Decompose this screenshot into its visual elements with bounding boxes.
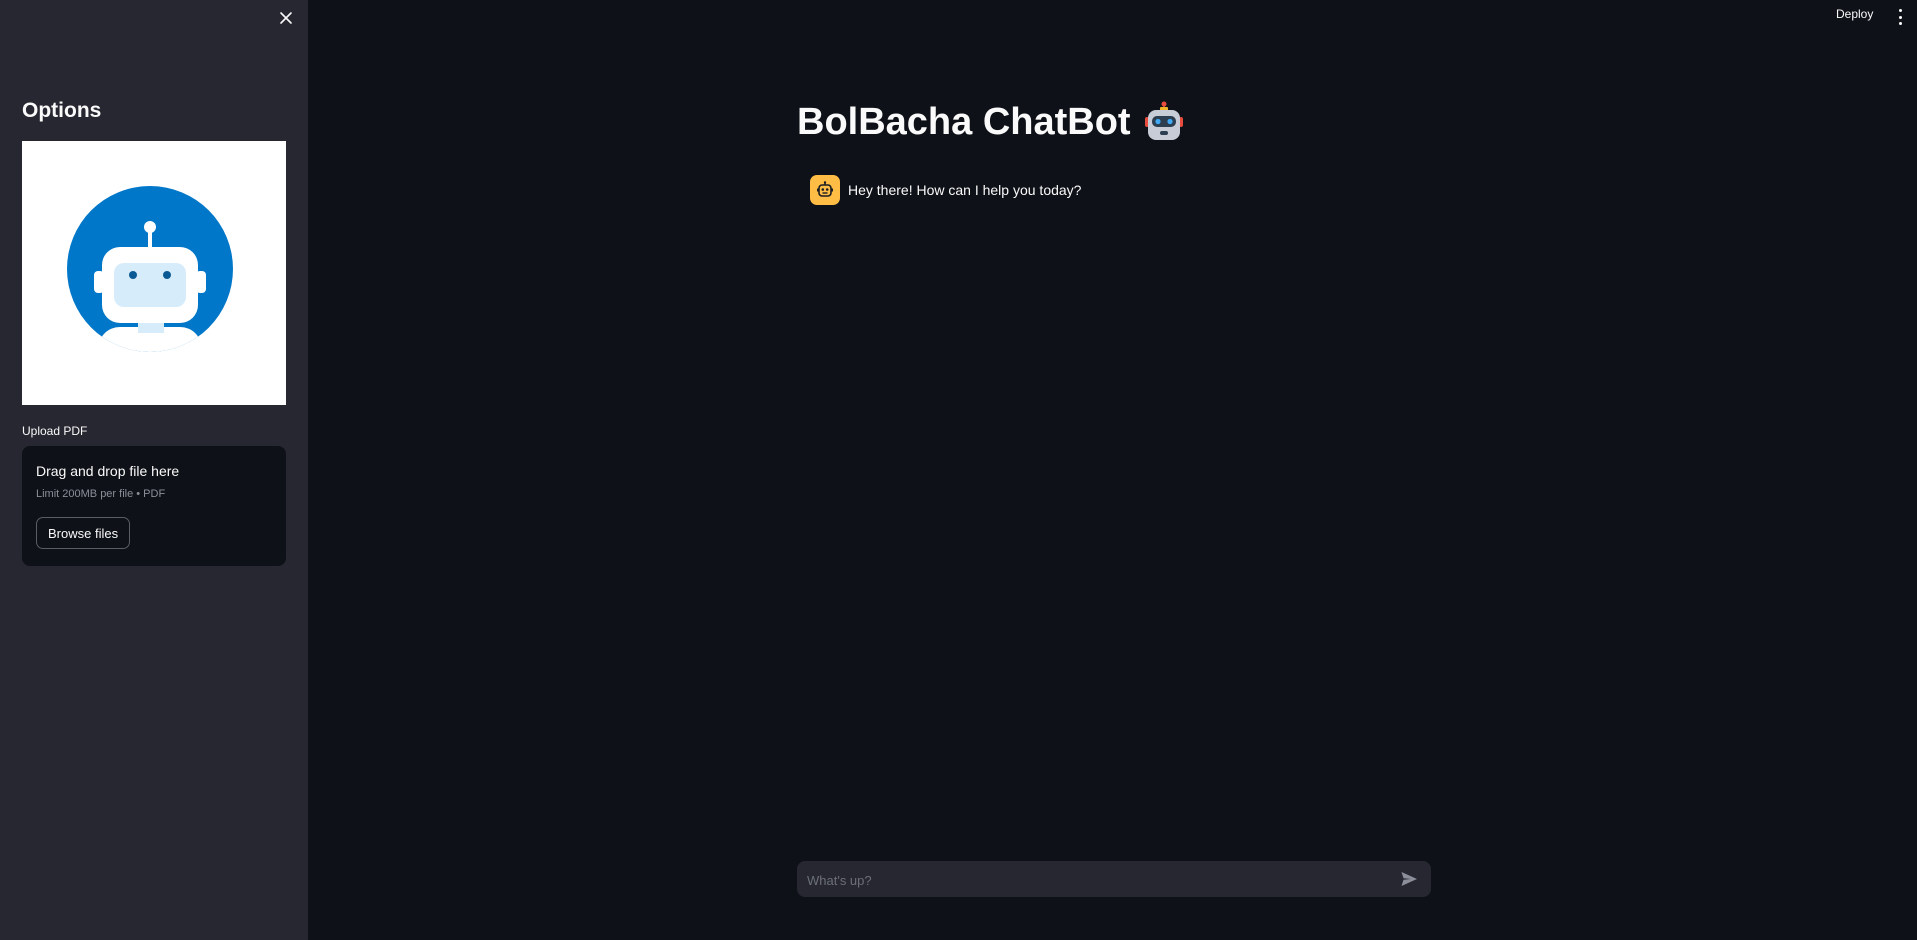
chat-message: Hey there! How can I help you today? [810,175,1081,205]
chat-input-container [797,861,1431,899]
assistant-avatar [810,175,840,205]
sidebar-title: Options [22,99,102,122]
deploy-button[interactable]: Deploy [1836,7,1873,21]
app: Options Upload PDF Drag and drop file he… [0,0,1917,940]
send-icon [1401,872,1417,886]
main-menu-button[interactable] [1895,9,1905,25]
page-title-text: BolBacha ChatBot [797,101,1131,143]
robot-icon [817,181,833,197]
dropzone-limit: Limit 200MB per file • PDF [36,488,166,500]
sidebar: Options Upload PDF Drag and drop file he… [0,0,308,940]
close-icon [280,12,292,24]
message-text: Hey there! How can I help you today? [848,182,1082,198]
kebab-menu-icon-dot [1898,15,1902,19]
kebab-menu-icon-dot [1898,22,1902,25]
kebab-menu-icon [1898,9,1902,12]
page-title: BolBacha ChatBot [797,98,1185,146]
chat-input[interactable] [805,861,1389,899]
dropzone-title: Drag and drop file here [36,463,180,479]
file-dropzone[interactable]: Drag and drop file here Limit 200MB per … [22,446,286,566]
bot-image [22,141,286,405]
robot-avatar-icon [67,186,233,352]
close-sidebar-button[interactable] [276,8,296,28]
browse-files-button[interactable]: Browse files [36,517,131,549]
robot-emoji-icon [1144,101,1183,140]
upload-label: Upload PDF [22,424,88,438]
send-button[interactable] [1399,869,1419,889]
